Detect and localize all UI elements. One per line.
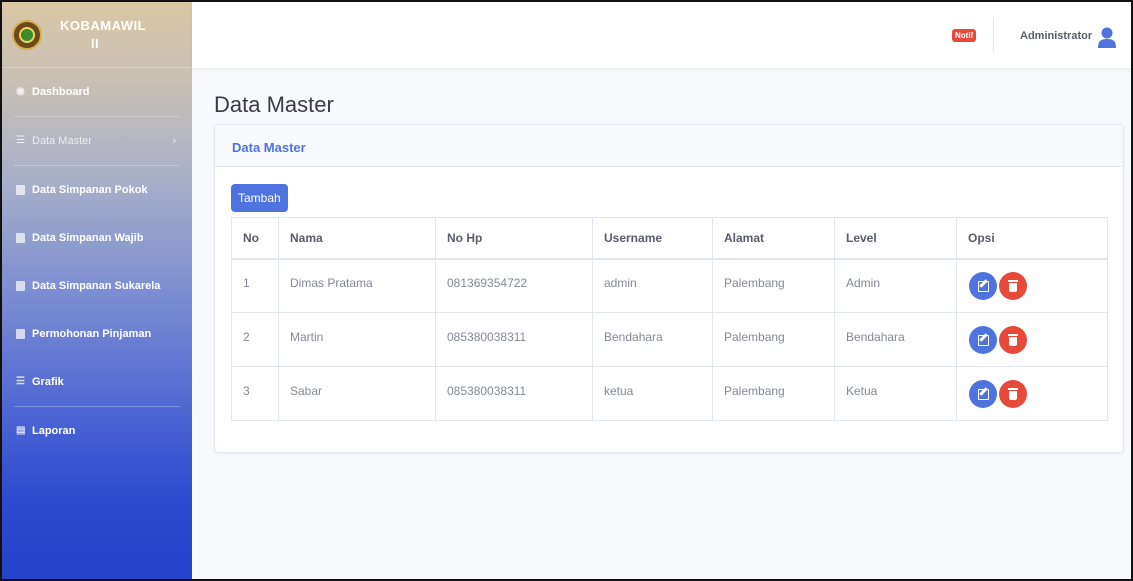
cell-username: admin [592,258,713,313]
cell-no: 3 [231,366,279,421]
list-icon: ☰ [16,376,25,387]
sidebar-item-dashboard[interactable]: ◉ Dashboard [2,68,192,116]
table-row: 2 Martin 085380038311 Bendahara Palemban… [231,312,1108,367]
list-icon: ☰ [16,135,25,146]
edit-icon[interactable] [969,271,997,300]
topbar-divider [993,18,994,52]
trash-icon[interactable] [999,325,1027,354]
sidebar-item-label: Data Simpanan Wajib [32,232,144,244]
cell-username: Bendahara [592,312,713,367]
sidebar-item-simpanan-wajib[interactable]: Data Simpanan Wajib [2,214,192,262]
sidebar-item-label: Data Simpanan Sukarela [32,280,161,292]
column-header: Opsi [956,217,1108,260]
cell-alamat: Palembang [712,258,835,313]
sidebar-item-label: Permohonan Pinjaman [32,328,152,340]
cell-no: 1 [231,258,279,313]
cell-nama: Sabar [278,366,436,421]
user-name[interactable]: Administrator [1020,30,1092,42]
cell-opsi [956,312,1108,367]
table-row: 3 Sabar 085380038311 ketua Palembang Ket… [231,366,1108,421]
sidebar: KOBAMAWIL II ◉ Dashboard ☰ Data Master ›… [2,2,192,579]
column-header: No Hp [435,217,593,260]
brand-name: KOBAMAWIL II [60,17,147,53]
brand-line2: II [90,35,100,51]
card-header: Data Master [215,125,1123,167]
sidebar-item-permohonan-pinjaman[interactable]: Permohonan Pinjaman [2,310,192,358]
data-master-card: Data Master Tambah No Nama No Hp Usernam… [214,124,1124,453]
sidebar-item-simpanan-sukarela[interactable]: Data Simpanan Sukarela [2,262,192,310]
cell-nama: Martin [278,312,436,367]
logo-icon [12,19,42,50]
cell-opsi [956,258,1108,313]
cell-nama: Dimas Pratama [278,258,436,313]
brand-line1: KOBAMAWIL [60,17,147,33]
column-header: No [231,217,279,260]
topbar: Notif Administrator [192,2,1131,68]
cell-nohp: 085380038311 [435,366,593,421]
edit-icon[interactable] [969,325,997,354]
cell-level: Admin [834,258,957,313]
page-title: Data Master [214,92,334,117]
column-header: Level [834,217,957,260]
cell-alamat: Palembang [712,312,835,367]
cell-level: Bendahara [834,312,957,367]
sidebar-item-data-master[interactable]: ☰ Data Master › [2,117,192,165]
table-header-row: No Nama No Hp Username Alamat Level Opsi [231,217,1108,260]
add-button[interactable]: Tambah [231,184,288,212]
column-header: Nama [278,217,436,260]
cell-nohp: 081369354722 [435,258,593,313]
user-icon[interactable] [1097,27,1117,49]
brand[interactable]: KOBAMAWIL II [2,2,192,68]
chevron-right-icon: › [172,135,176,147]
trash-icon[interactable] [999,271,1027,300]
sidebar-item-label: Grafik [32,376,64,388]
sidebar-item-label: Laporan [32,425,76,437]
cell-alamat: Palembang [712,366,835,421]
data-table: No Nama No Hp Username Alamat Level Opsi… [231,217,1108,421]
trash-icon[interactable] [999,379,1027,408]
app-frame: KOBAMAWIL II ◉ Dashboard ☰ Data Master ›… [0,0,1133,581]
sidebar-item-grafik[interactable]: ☰ Grafik [2,358,192,406]
edit-icon[interactable] [969,379,997,408]
cell-opsi [956,366,1108,421]
cell-no: 2 [231,312,279,367]
cell-username: ketua [592,366,713,421]
column-header: Username [592,217,713,260]
report-icon: ▤ [16,425,26,436]
column-header: Alamat [712,217,835,260]
sidebar-item-laporan[interactable]: ▤ Laporan [2,407,192,455]
notif-badge[interactable]: Notif [952,29,977,42]
file-icon [16,185,26,195]
dashboard-icon: ◉ [16,86,25,97]
cell-level: Ketua [834,366,957,421]
sidebar-item-label: Dashboard [32,86,90,98]
sidebar-item-simpanan-pokok[interactable]: Data Simpanan Pokok [2,166,192,214]
sidebar-item-label: Data Master [32,135,92,147]
table-row: 1 Dimas Pratama 081369354722 admin Palem… [231,258,1108,313]
cell-nohp: 085380038311 [435,312,593,367]
file-icon [16,329,26,339]
sidebar-item-label: Data Simpanan Pokok [32,184,148,196]
file-icon [16,233,26,243]
file-icon [16,281,26,291]
